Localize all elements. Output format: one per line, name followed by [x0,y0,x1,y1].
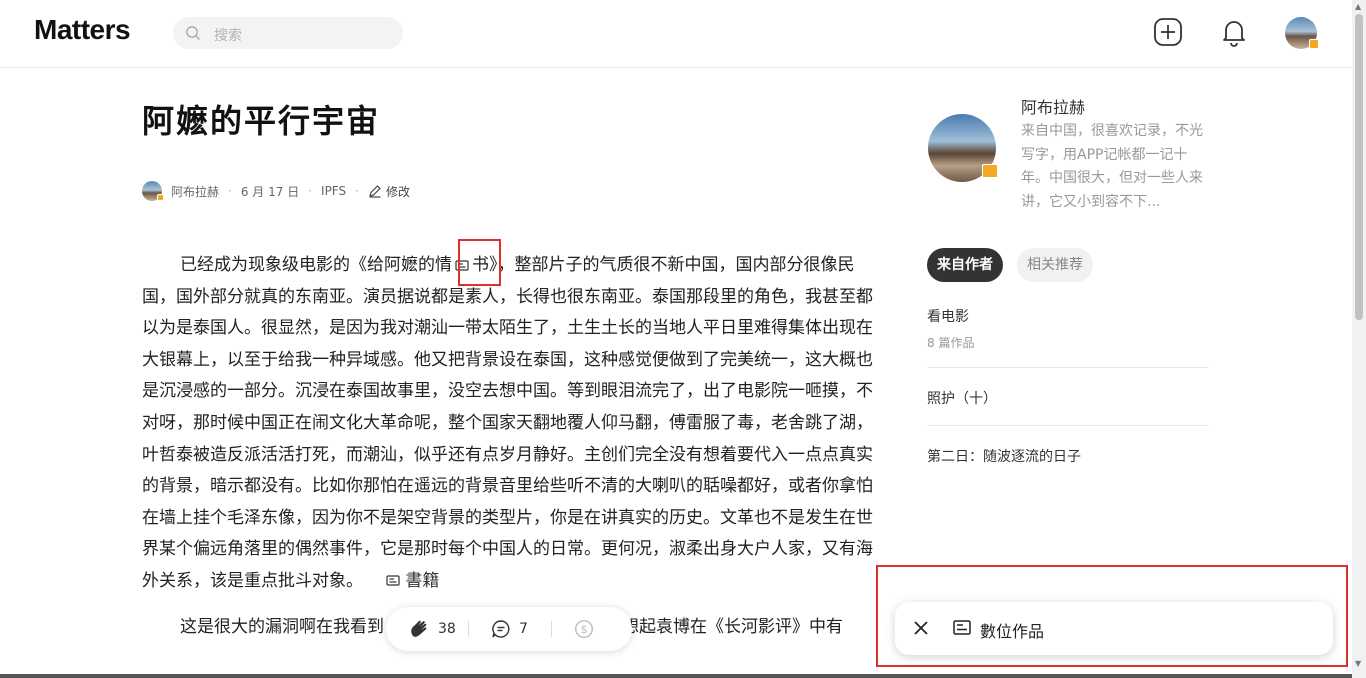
paragraph-part: 已经成为现象级电影的《给阿嬷的情 [180,255,452,275]
digital-work-icon [953,620,971,635]
edit-label: 修改 [385,184,410,199]
sidebar-item-subtitle: 8 篇作品 [927,336,975,350]
article-body: 已经成为现象级电影的《给阿嬷的情 书》，整部片子的气质很不新中国，国内部分很像民国… [142,250,875,643]
tab-from-author[interactable]: 来自作者 [927,248,1003,282]
book-icon [386,575,401,587]
paragraph-part: 书》，整部片子的气质很不新中国，国内部分很像民国，国外部分就真的东南亚。演员据说… [142,255,873,591]
tab-related[interactable]: 相关推荐 [1017,248,1093,282]
avatar-badge-icon [982,164,998,178]
sidebar-tabs: 来自作者 相关推荐 [927,248,1093,282]
comment-icon [492,620,510,638]
ipfs-link[interactable]: IPFS [321,184,346,198]
scroll-up-icon[interactable]: ▲ [1355,2,1361,11]
top-header: Matters 搜索 [0,0,1352,68]
popup-label: 數位作品 [980,622,1045,641]
search-icon [186,26,200,40]
separator-dot: · [228,184,232,198]
bottom-edge [0,674,1352,678]
sidebar-item-article[interactable]: 第二日：随波逐流的日子 [927,446,1209,466]
comment-button[interactable]: 7 [469,607,551,651]
sidebar-item-collection[interactable]: 看电影 8 篇作品 [927,306,1209,368]
comment-count: 7 [519,621,528,637]
scroll-thumb[interactable] [1355,14,1363,320]
matters-logo[interactable]: Matters [34,14,131,46]
article-meta: 阿布拉赫 · 6 月 17 日 · IPFS · 修改 [142,180,410,202]
search-bar[interactable]: 搜索 [173,17,403,49]
book-tag[interactable]: 書籍 [386,571,439,591]
edit-button[interactable]: 修改 [368,183,410,200]
scroll-down-icon[interactable]: ▼ [1355,659,1361,668]
separator-dot: · [308,184,313,198]
sidebar-item-title: 看电影 [927,309,969,325]
avatar-badge-icon [157,194,164,201]
publish-date: 6 月 17 日 [240,184,300,199]
author-avatar-large[interactable] [928,114,998,182]
user-avatar[interactable] [1285,17,1319,49]
author-name-link[interactable]: 阿布拉赫 [171,183,219,200]
clap-button[interactable]: 38 [386,607,468,651]
dollar-icon: $ [574,619,594,639]
avatar-badge-icon [1309,39,1319,49]
close-icon[interactable] [912,619,930,637]
highlight-box-inline [458,239,501,286]
pencil-icon [369,185,381,198]
author-avatar-small[interactable] [142,181,164,201]
article-action-bar: 38 7 $ [386,607,632,651]
sidebar-item-title: 照护（十） [927,391,997,407]
search-input[interactable]: 搜索 [214,25,242,45]
donate-button[interactable]: $ [552,607,602,651]
separator-dot: · [355,184,359,198]
clap-icon [411,620,427,637]
digital-work-popup[interactable]: 數位作品 [895,602,1333,655]
svg-text:$: $ [581,623,588,636]
book-tag-label: 書籍 [405,570,440,591]
article-title: 阿嬷的平行宇宙 [142,102,381,140]
sidebar-author-name[interactable]: 阿布拉赫 [1021,94,1085,118]
clap-count: 38 [438,621,456,637]
sidebar-author-bio: 来自中国，很喜欢记录，不光写字，用APP记帐都一记十年。中国很大，但对一些人来讲… [1021,123,1203,210]
page-scrollbar[interactable]: ▲ ▼ [1352,0,1366,678]
bell-icon[interactable] [1219,17,1249,47]
add-icon[interactable] [1153,17,1183,47]
sidebar-item-article[interactable]: 照护（十） [927,388,1209,426]
sidebar-item-title: 第二日：随波逐流的日子 [927,449,1081,465]
